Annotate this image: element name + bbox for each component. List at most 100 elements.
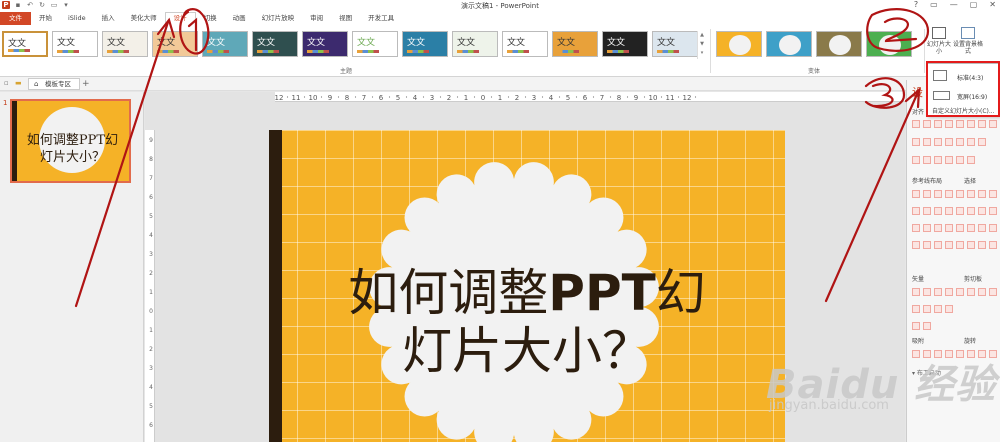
theme-thumbnail[interactable]: 文文: [2, 31, 48, 57]
select-icon[interactable]: [989, 224, 997, 232]
theme-thumbnail[interactable]: 文文: [102, 31, 148, 57]
align-center-icon[interactable]: [923, 120, 931, 128]
theme-thumbnail[interactable]: 文文: [602, 31, 648, 57]
guide-icon[interactable]: [945, 207, 953, 215]
clipboard-icon[interactable]: [967, 288, 975, 296]
guide-icon[interactable]: [934, 224, 942, 232]
align-bottom-icon[interactable]: [967, 120, 975, 128]
align-right-icon[interactable]: [934, 120, 942, 128]
tab-beautify[interactable]: 美化大师: [123, 12, 165, 25]
lock-icon[interactable]: [967, 156, 975, 164]
guide-icon[interactable]: [912, 207, 920, 215]
add-tab-button[interactable]: +: [82, 78, 90, 90]
theme-thumbnail[interactable]: 文文: [452, 31, 498, 57]
guide-icon[interactable]: [945, 241, 953, 249]
select-icon[interactable]: [956, 190, 964, 198]
theme-thumbnail[interactable]: 文文: [52, 31, 98, 57]
align-top-icon[interactable]: [945, 120, 953, 128]
tab-islide[interactable]: iSlide: [60, 12, 94, 25]
ribbon-display-button[interactable]: ▭: [930, 0, 938, 9]
select-icon[interactable]: [967, 190, 975, 198]
distribute-icon[interactable]: [978, 120, 986, 128]
tile-icon[interactable]: [956, 156, 964, 164]
match-width-icon[interactable]: [912, 138, 920, 146]
theme-thumbnail[interactable]: 文文: [202, 31, 248, 57]
guide-icon[interactable]: [923, 224, 931, 232]
variant-thumbnail[interactable]: [716, 31, 762, 57]
theme-thumbnail[interactable]: 文文: [652, 31, 698, 57]
variant-thumbnail[interactable]: [866, 31, 912, 57]
group-icon[interactable]: [978, 138, 986, 146]
select-icon[interactable]: [967, 224, 975, 232]
tab-design[interactable]: 设计: [164, 12, 196, 25]
select-icon[interactable]: [967, 207, 975, 215]
vector-icon[interactable]: [923, 322, 931, 330]
guide-icon[interactable]: [934, 190, 942, 198]
vector-icon[interactable]: [934, 305, 942, 313]
clipboard-icon[interactable]: [978, 288, 986, 296]
open-folder-icon[interactable]: ▬: [15, 79, 23, 88]
guide-icon[interactable]: [945, 190, 953, 198]
tab-home[interactable]: 开始: [31, 12, 60, 25]
help-button[interactable]: ?: [914, 0, 918, 9]
variant-thumbnail[interactable]: [816, 31, 862, 57]
guide-icon[interactable]: [934, 207, 942, 215]
select-icon[interactable]: [978, 190, 986, 198]
guide-icon[interactable]: [934, 241, 942, 249]
select-icon[interactable]: [989, 241, 997, 249]
tab-review[interactable]: 审阅: [302, 12, 331, 25]
background-format-button[interactable]: 设置背景格式: [953, 27, 983, 55]
theme-thumbnail[interactable]: 文文: [252, 31, 298, 57]
tab-file[interactable]: 文件: [0, 12, 31, 25]
clipboard-icon[interactable]: [956, 288, 964, 296]
swap-icon[interactable]: [945, 138, 953, 146]
rotate-icon[interactable]: [956, 138, 964, 146]
select-icon[interactable]: [956, 224, 964, 232]
theme-thumbnail[interactable]: 文文: [502, 31, 548, 57]
theme-gallery-scroll[interactable]: ▲ ▼ ▾: [697, 31, 706, 59]
distribute-v-icon[interactable]: [989, 120, 997, 128]
guide-icon[interactable]: [923, 241, 931, 249]
theme-thumbnail[interactable]: 文文: [152, 31, 198, 57]
vector-icon[interactable]: [945, 305, 953, 313]
vector-icon[interactable]: [912, 288, 920, 296]
theme-thumbnail[interactable]: 文文: [352, 31, 398, 57]
vector-icon[interactable]: [912, 305, 920, 313]
guide-icon[interactable]: [912, 224, 920, 232]
copy-format-icon[interactable]: [912, 156, 920, 164]
fill-page-icon[interactable]: [945, 156, 953, 164]
align-left-icon[interactable]: [912, 120, 920, 128]
theme-thumbnail[interactable]: 文文: [552, 31, 598, 57]
tab-insert[interactable]: 插入: [94, 12, 123, 25]
theme-thumbnail[interactable]: 文文: [302, 31, 348, 57]
scroll-down-icon[interactable]: ▼: [698, 40, 706, 49]
match-size-icon[interactable]: [934, 138, 942, 146]
theme-thumbnail[interactable]: 文文: [402, 31, 448, 57]
select-icon[interactable]: [989, 207, 997, 215]
select-icon[interactable]: [956, 241, 964, 249]
tab-view[interactable]: 视图: [331, 12, 360, 25]
vector-icon[interactable]: [945, 288, 953, 296]
clipboard-icon[interactable]: [989, 288, 997, 296]
tab-animations[interactable]: 动画: [225, 12, 254, 25]
flip-icon[interactable]: [967, 138, 975, 146]
align-middle-icon[interactable]: [956, 120, 964, 128]
tab-developer[interactable]: 开发工具: [360, 12, 402, 25]
minimize-button[interactable]: —: [950, 0, 958, 9]
select-icon[interactable]: [978, 207, 986, 215]
select-icon[interactable]: [978, 224, 986, 232]
guide-icon[interactable]: [923, 207, 931, 215]
slide-thumbnail[interactable]: 如何调整PPT幻 灯片大小？: [10, 99, 131, 183]
more-icon[interactable]: ▾: [698, 49, 706, 58]
vector-icon[interactable]: [934, 288, 942, 296]
vector-icon[interactable]: [923, 305, 931, 313]
scroll-up-icon[interactable]: ▲: [698, 31, 706, 40]
match-height-icon[interactable]: [923, 138, 931, 146]
slide-size-button[interactable]: 幻灯片大小: [927, 27, 951, 55]
guide-icon[interactable]: [923, 190, 931, 198]
select-icon[interactable]: [989, 190, 997, 198]
guide-icon[interactable]: [912, 190, 920, 198]
close-button[interactable]: ✕: [989, 0, 996, 9]
grid-icon[interactable]: [923, 156, 931, 164]
vector-icon[interactable]: [923, 288, 931, 296]
